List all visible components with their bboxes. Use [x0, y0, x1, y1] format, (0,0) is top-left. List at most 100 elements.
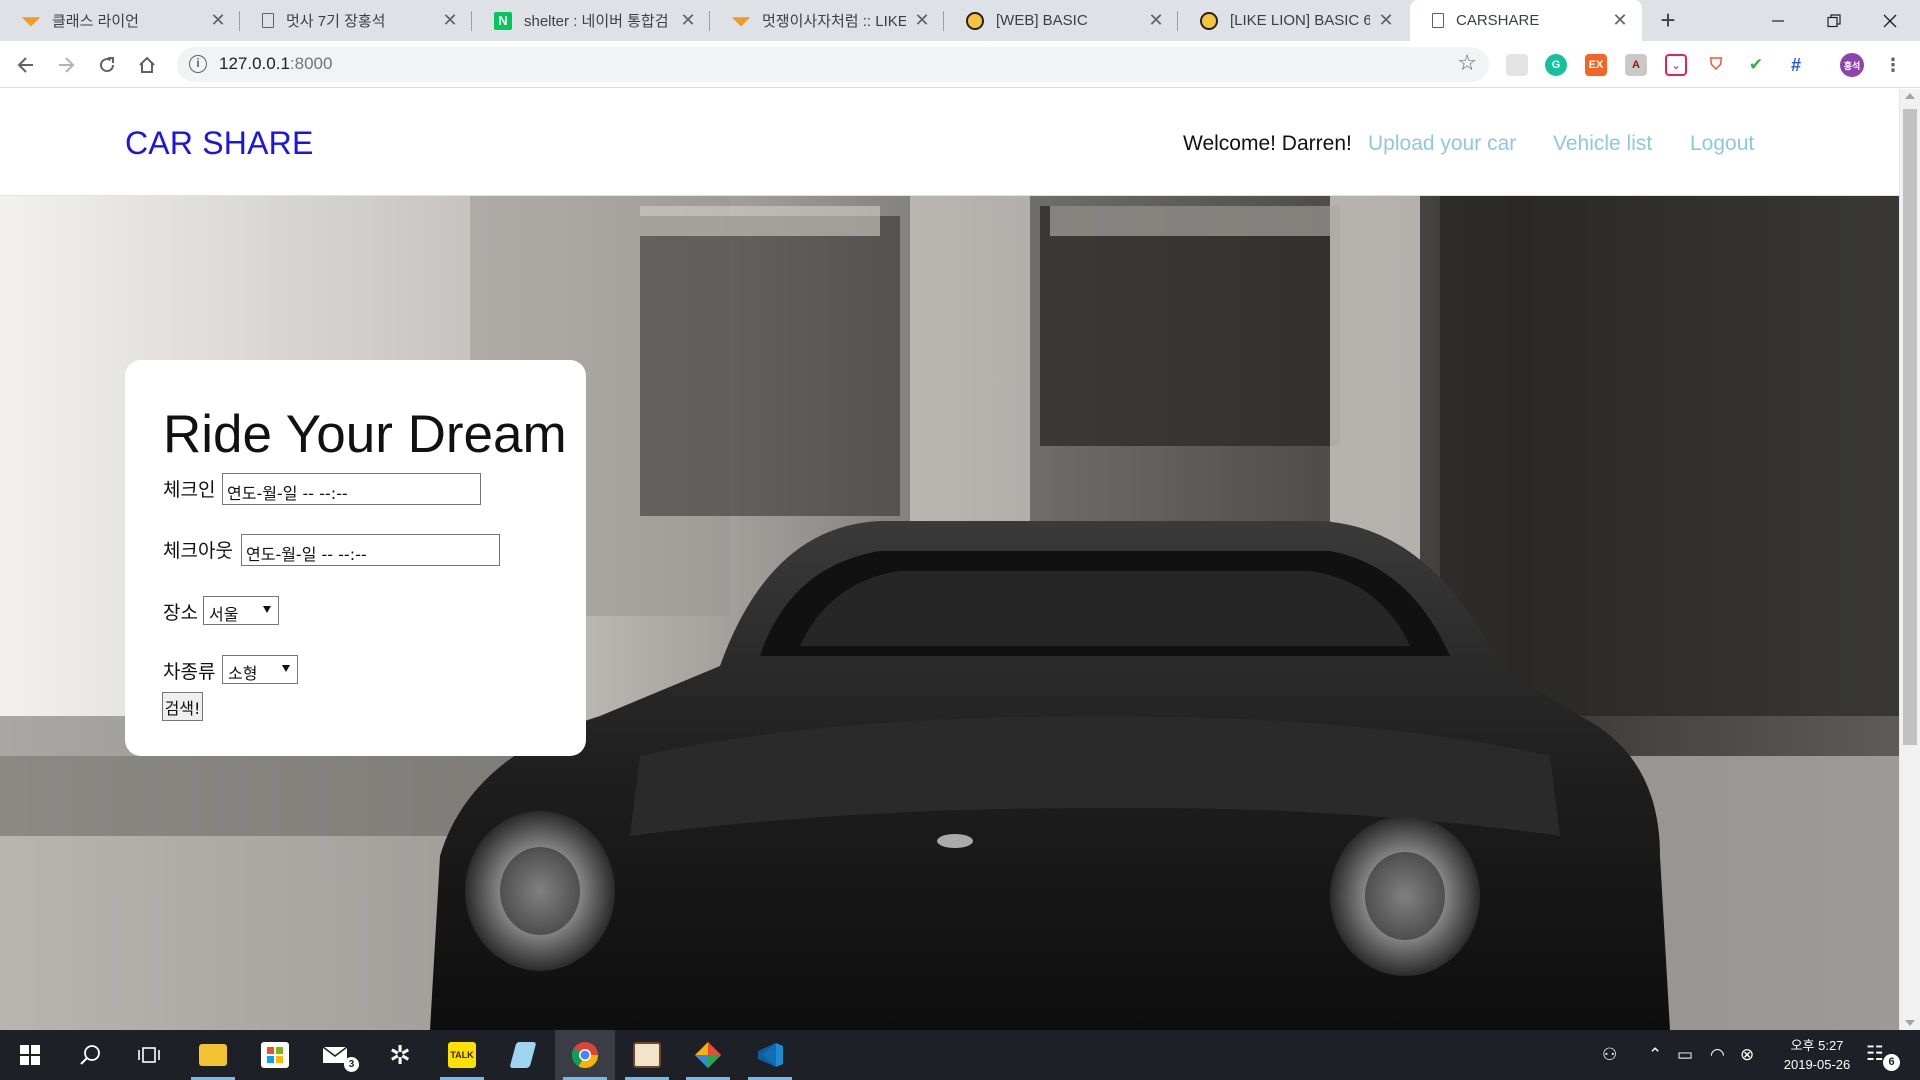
chevron-up-icon[interactable]: ⌃: [1648, 1045, 1662, 1065]
vscode-icon: [758, 1043, 783, 1067]
tab-title: shelter : 네이버 통합검: [524, 13, 669, 30]
arrow-right-icon: [59, 57, 75, 73]
crop-extension-icon[interactable]: #: [1785, 54, 1807, 76]
volume-muted-icon[interactable]: ⊗: [1740, 1045, 1754, 1065]
grammarly-extension-icon[interactable]: G: [1545, 54, 1567, 76]
battery-icon[interactable]: ▭: [1677, 1045, 1693, 1065]
restore-icon: [1827, 13, 1841, 27]
place-label: 장소: [163, 603, 198, 624]
tab-class-lion[interactable]: ◥◤ 클래스 라이언 ✕: [0, 0, 240, 41]
kakaotalk-icon: TALK: [448, 1042, 476, 1068]
nav-upload-car[interactable]: Upload your car: [1368, 132, 1516, 156]
url-text[interactable]: 127.0.0.1:8000: [219, 54, 332, 74]
tab-web-basic[interactable]: [WEB] BASIC ✕: [944, 0, 1178, 41]
chrome-icon: [571, 1042, 599, 1069]
microsoft-store-app[interactable]: [245, 1030, 305, 1080]
kakaotalk-app[interactable]: TALK: [432, 1030, 492, 1080]
cartype-select[interactable]: 소형: [222, 655, 298, 684]
place-select[interactable]: 서울: [203, 596, 279, 625]
file-explorer-app[interactable]: [183, 1030, 243, 1080]
search-button[interactable]: [60, 1030, 120, 1080]
system-clock[interactable]: 오후 5:27 2019-05-26: [1762, 1036, 1872, 1074]
new-tab-button[interactable]: +: [1654, 6, 1682, 34]
search-card: Ride Your Dream 체크인 연도-월-일 -- --:-- 체크아웃…: [125, 360, 586, 756]
checkout-datetime-input[interactable]: 연도-월-일 -- --:--: [241, 534, 500, 566]
document-icon: [262, 13, 274, 28]
ex-extension-icon[interactable]: EX: [1585, 54, 1607, 76]
page-scrollbar[interactable]: [1899, 89, 1920, 1030]
window-close-button[interactable]: [1862, 0, 1918, 41]
chrome-app[interactable]: [555, 1030, 615, 1080]
pocket-extension-icon[interactable]: ⌄: [1665, 54, 1687, 76]
welcome-text: Welcome! Darren!: [1183, 132, 1352, 155]
search-button[interactable]: 검색!: [162, 692, 203, 721]
bookmark-star-icon[interactable]: ☆: [1457, 50, 1477, 76]
back-button[interactable]: [10, 49, 42, 81]
nav-logout[interactable]: Logout: [1690, 132, 1754, 156]
dropdown-arrow-icon: [282, 665, 290, 672]
close-icon[interactable]: ✕: [912, 10, 932, 31]
scroll-thumb[interactable]: [1903, 109, 1917, 745]
start-button[interactable]: [0, 1030, 60, 1080]
reload-button[interactable]: [91, 49, 123, 81]
profile-avatar[interactable]: 홍석: [1840, 53, 1864, 77]
brand-logo[interactable]: CAR SHARE: [125, 125, 314, 162]
tab-likelion[interactable]: ◥◤ 멋쟁이사자처럼 :: LIKE ✕: [710, 0, 944, 41]
wifi-icon[interactable]: ◠: [1710, 1045, 1725, 1065]
tab-title: [LIKE LION] BASIC 6. C: [1230, 12, 1370, 29]
tab-carshare[interactable]: CARSHARE ✕: [1410, 0, 1642, 41]
close-icon[interactable]: ✕: [440, 10, 460, 31]
tab-title: [WEB] BASIC: [996, 12, 1088, 29]
sourcetree-app[interactable]: [678, 1030, 738, 1080]
vscode-app[interactable]: [740, 1030, 800, 1080]
minimize-icon: [1772, 19, 1784, 22]
address-bar[interactable]: i 127.0.0.1:8000 ☆: [177, 47, 1489, 82]
reader-extension-icon[interactable]: [1506, 54, 1528, 76]
tab-meotsa[interactable]: 멋사 7기 장홍석 ✕: [240, 0, 472, 41]
dropdown-arrow-icon: [263, 606, 271, 613]
pdf-extension-icon[interactable]: A: [1625, 54, 1647, 76]
shield-extension-icon[interactable]: ⛉: [1705, 54, 1727, 76]
lion-face-icon: [1200, 11, 1218, 30]
task-view-button[interactable]: [119, 1030, 179, 1080]
hero-title: Ride Your Dream: [163, 405, 567, 464]
info-icon[interactable]: i: [189, 55, 207, 73]
forward-button[interactable]: [50, 49, 82, 81]
notes-app[interactable]: [493, 1030, 553, 1080]
reload-icon: [100, 57, 115, 73]
naver-icon: N: [494, 11, 512, 30]
close-icon[interactable]: ✕: [678, 10, 698, 31]
scroll-up-arrow-icon[interactable]: [1905, 93, 1915, 99]
tab-likelion-basic[interactable]: [LIKE LION] BASIC 6. C ✕: [1178, 0, 1408, 41]
settings-app[interactable]: ✲: [370, 1030, 430, 1080]
browser-toolbar: i 127.0.0.1:8000 ☆ G EX A ⌄ ⛉ ✔ # 홍석 ⋮: [0, 41, 1920, 88]
close-icon[interactable]: ✕: [1610, 10, 1630, 31]
search-icon: [80, 1045, 100, 1065]
home-icon: [139, 56, 155, 73]
tab-naver[interactable]: N shelter : 네이버 통합검 ✕: [472, 0, 710, 41]
windows-logo-icon: [20, 1045, 40, 1065]
presentation-icon: [633, 1042, 661, 1068]
browser-tab-strip: ◥◤ 클래스 라이언 ✕ 멋사 7기 장홍석 ✕ N shelter : 네이버…: [0, 0, 1920, 41]
notes-icon: [509, 1042, 537, 1068]
close-icon[interactable]: ✕: [1146, 10, 1166, 31]
slides-app[interactable]: [617, 1030, 677, 1080]
people-icon[interactable]: ⚇: [1602, 1045, 1617, 1065]
minimize-button[interactable]: [1750, 0, 1806, 41]
menu-dots-icon[interactable]: ⋮: [1882, 54, 1904, 76]
site-navbar: CAR SHARE Welcome! Darren! Upload your c…: [0, 89, 1899, 196]
tab-title: CARSHARE: [1456, 12, 1540, 29]
diamond-app-icon: [695, 1042, 721, 1068]
restore-button[interactable]: [1806, 0, 1862, 41]
close-icon[interactable]: ✕: [208, 10, 228, 31]
scroll-down-arrow-icon[interactable]: [1905, 1020, 1915, 1026]
mail-badge: 3: [344, 1057, 359, 1072]
close-icon[interactable]: ✕: [1376, 10, 1396, 31]
nav-vehicle-list[interactable]: Vehicle list: [1553, 132, 1652, 156]
checkin-datetime-input[interactable]: 연도-월-일 -- --:--: [222, 473, 481, 505]
gear-icon: ✲: [389, 1039, 411, 1070]
home-button[interactable]: [131, 49, 163, 81]
verified-shield-icon[interactable]: ✔: [1745, 54, 1767, 76]
mail-app[interactable]: 3: [307, 1030, 367, 1080]
arrow-left-icon: [17, 57, 33, 73]
